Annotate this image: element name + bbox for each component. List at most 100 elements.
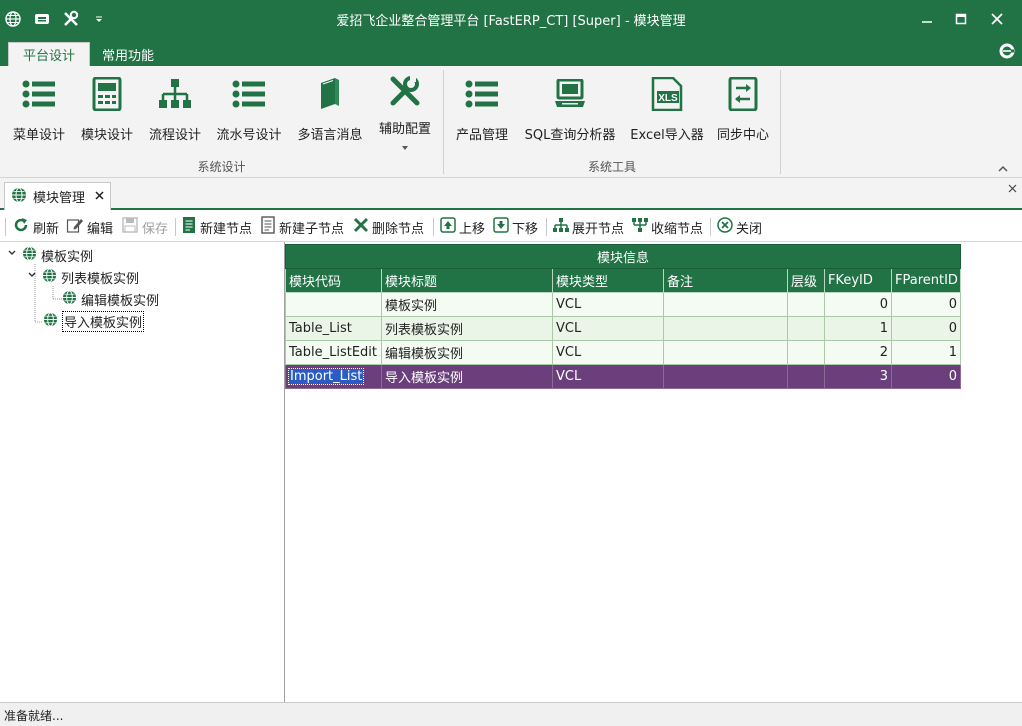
- table-row[interactable]: Table_List 列表模板实例 VCL 1 0: [285, 316, 962, 341]
- cell-level[interactable]: [787, 340, 825, 365]
- document-tab-bar: 模块管理: [0, 178, 1022, 210]
- toolbar: 刷新 编辑 保存 新建节点 新建子节点 删除节点 上移 下移 展开节点 收缩节点: [0, 212, 1022, 242]
- sync-center-button[interactable]: 同步中心: [714, 74, 772, 154]
- sql-query-analyzer-button[interactable]: SQL查询分析器: [522, 74, 618, 154]
- cell-level[interactable]: [787, 316, 825, 341]
- cell-module-code[interactable]: Import_List: [285, 364, 382, 389]
- close-icon[interactable]: [980, 6, 1014, 32]
- chevron-down-icon[interactable]: [26, 269, 38, 285]
- flow-design-button[interactable]: 流程设计: [146, 74, 204, 154]
- close-icon[interactable]: [95, 189, 104, 204]
- tree-node-list-template-instance[interactable]: 列表模板实例: [26, 267, 139, 287]
- tab-common-functions[interactable]: 常用功能: [88, 42, 168, 66]
- excel-importer-button[interactable]: XLS Excel导入器: [628, 74, 706, 154]
- cell-module-code[interactable]: Table_ListEdit: [285, 340, 382, 365]
- table-row-selected[interactable]: Import_List 导入模板实例 VCL 3 0: [285, 364, 962, 389]
- globe-icon: [42, 267, 57, 287]
- cell-module-type[interactable]: VCL: [552, 292, 664, 317]
- multilanguage-message-button[interactable]: 多语言消息: [294, 74, 366, 154]
- xls-icon: XLS: [647, 74, 687, 114]
- move-up-button[interactable]: 上移: [440, 217, 485, 237]
- table-row[interactable]: 模板实例 VCL 0 0: [285, 292, 962, 317]
- tree-node-label: 编辑模板实例: [81, 293, 160, 309]
- cell-module-title[interactable]: 列表模板实例: [381, 316, 553, 341]
- book-icon: [310, 74, 350, 114]
- new-node-button[interactable]: 新建节点: [181, 217, 252, 237]
- cell-module-code[interactable]: [285, 292, 382, 317]
- expand-nodes-button[interactable]: 展开节点: [553, 217, 624, 237]
- column-header-module-code[interactable]: 模块代码: [285, 268, 382, 293]
- cell-module-title[interactable]: 导入模板实例: [381, 364, 553, 389]
- chevron-up-icon[interactable]: [998, 162, 1008, 177]
- ribbon-separator: [780, 70, 781, 174]
- column-header-module-title[interactable]: 模块标题: [381, 268, 553, 293]
- cell-module-code[interactable]: Table_List: [285, 316, 382, 341]
- cell-fkeyid[interactable]: 1: [824, 316, 892, 341]
- cell-fparentid[interactable]: 0: [890, 292, 962, 317]
- auxiliary-config-button[interactable]: 辅助配置: [374, 74, 436, 154]
- document-tab-module-management[interactable]: 模块管理: [4, 182, 112, 210]
- cell-fkeyid[interactable]: 2: [824, 340, 892, 365]
- tab-platform-design[interactable]: 平台设计: [8, 42, 91, 66]
- collapse-nodes-button[interactable]: 收缩节点: [632, 217, 703, 237]
- svg-text:XLS: XLS: [658, 93, 678, 104]
- chevron-down-icon[interactable]: [6, 247, 18, 263]
- column-header-fkeyid[interactable]: FKeyID: [824, 268, 892, 293]
- cell-fkeyid[interactable]: 0: [824, 292, 892, 317]
- refresh-button[interactable]: 刷新: [12, 217, 59, 237]
- module-info-table[interactable]: 模块信息 模块代码 模块标题 模块类型 备注 层级 FKeyID FParent…: [284, 244, 962, 389]
- globe-icon: [62, 289, 77, 309]
- cell-fparentid[interactable]: 1: [890, 340, 962, 365]
- cell-fparentid[interactable]: 0: [890, 364, 962, 389]
- serial-number-design-button[interactable]: 流水号设计: [214, 74, 284, 154]
- tree-node-edit-template-instance[interactable]: 编辑模板实例: [62, 289, 159, 309]
- table-row[interactable]: Table_ListEdit 编辑模板实例 VCL 2 1: [285, 340, 962, 365]
- tools-icon: [385, 74, 425, 108]
- module-design-button[interactable]: 模块设计: [78, 74, 136, 154]
- help-icon[interactable]: [998, 42, 1016, 60]
- computer-icon: [550, 74, 590, 114]
- maximize-icon[interactable]: [944, 6, 978, 32]
- module-grid[interactable]: 模块信息 模块代码 模块标题 模块类型 备注 层级 FKeyID FParent…: [284, 242, 1022, 702]
- move-down-button[interactable]: 下移: [493, 217, 538, 237]
- cell-note[interactable]: [663, 316, 788, 341]
- new-child-node-button[interactable]: 新建子节点: [260, 216, 344, 237]
- cell-note[interactable]: [663, 340, 788, 365]
- tree-node-template-instance[interactable]: 模板实例: [6, 245, 93, 265]
- cell-note[interactable]: [663, 364, 788, 389]
- minimize-icon[interactable]: [910, 6, 944, 32]
- close-button[interactable]: 关闭: [717, 217, 762, 237]
- menu-design-button[interactable]: 菜单设计: [10, 74, 68, 154]
- cell-module-type[interactable]: VCL: [552, 340, 664, 365]
- grid-band-header: 模块信息: [284, 244, 962, 269]
- ribbon-group-label-system-design: 系统设计: [197, 160, 246, 174]
- delete-node-button[interactable]: 删除节点: [353, 217, 424, 237]
- save-button[interactable]: 保存: [121, 217, 168, 237]
- cell-module-title[interactable]: 模板实例: [381, 292, 553, 317]
- edit-button[interactable]: 编辑: [66, 217, 113, 237]
- focused-cell-text[interactable]: Import_List: [287, 368, 365, 385]
- grid-header-row: 模块代码 模块标题 模块类型 备注 层级 FKeyID FParentID: [285, 268, 962, 293]
- document-icon: [181, 216, 197, 238]
- cell-fparentid[interactable]: 0: [890, 316, 962, 341]
- column-header-module-type[interactable]: 模块类型: [552, 268, 664, 293]
- cell-note[interactable]: [663, 292, 788, 317]
- module-tree[interactable]: 模板实例 列表模板实例 编辑模板实例 导入模板实例: [0, 242, 285, 702]
- cell-module-title[interactable]: 编辑模板实例: [381, 340, 553, 365]
- expand-tree-icon: [553, 217, 569, 237]
- close-icon[interactable]: [1008, 182, 1017, 197]
- ribbon-group-label-system-tools: 系统工具: [587, 160, 636, 174]
- chevron-down-icon: [402, 139, 408, 154]
- globe-icon: [43, 311, 58, 331]
- cell-level[interactable]: [787, 364, 825, 389]
- cell-module-type[interactable]: VCL: [552, 364, 664, 389]
- cell-module-type[interactable]: VCL: [552, 316, 664, 341]
- tree-node-import-template-instance[interactable]: 导入模板实例: [43, 310, 145, 332]
- column-header-level[interactable]: 层级: [787, 268, 825, 293]
- save-icon: [121, 216, 139, 238]
- column-header-fparentid[interactable]: FParentID: [890, 268, 962, 293]
- cell-fkeyid[interactable]: 3: [824, 364, 892, 389]
- column-header-note[interactable]: 备注: [663, 268, 788, 293]
- cell-level[interactable]: [787, 292, 825, 317]
- product-management-button[interactable]: 产品管理: [452, 74, 512, 154]
